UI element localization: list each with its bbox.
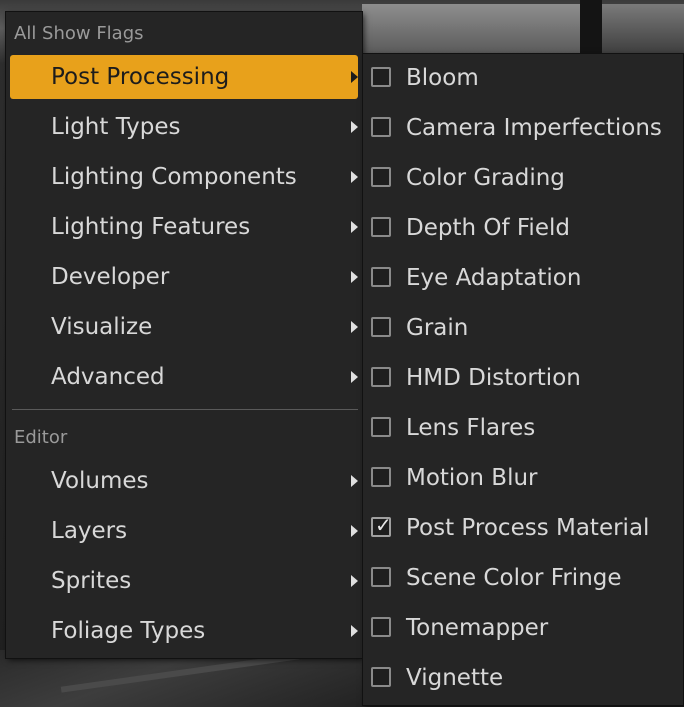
checkbox-label: Grain: [406, 315, 469, 341]
menu-item-volumes[interactable]: Volumes: [10, 459, 358, 503]
checkbox-item-tonemapper[interactable]: Tonemapper: [363, 606, 683, 650]
menu-item-label: Lighting Components: [51, 164, 297, 190]
menu-item-label: Layers: [51, 518, 128, 544]
checkbox-label: Bloom: [406, 65, 479, 91]
submenu-arrow-icon: [351, 371, 358, 383]
submenu-arrow-icon: [351, 71, 358, 83]
checkbox-icon[interactable]: [371, 417, 391, 437]
checkbox-label: Color Grading: [406, 165, 565, 191]
checkbox-icon[interactable]: [371, 317, 391, 337]
checkbox-icon[interactable]: ✓: [371, 513, 392, 537]
checkbox-icon[interactable]: [371, 267, 391, 287]
menu-item-light-types[interactable]: Light Types: [10, 105, 358, 149]
submenu-arrow-icon: [351, 525, 358, 537]
menu-item-lighting-features[interactable]: Lighting Features: [10, 205, 358, 249]
submenu-arrow-icon: [351, 271, 358, 283]
checkbox-icon[interactable]: [371, 67, 391, 87]
menu-item-foliage-types[interactable]: Foliage Types: [10, 609, 358, 653]
menu-item-label: Developer: [51, 264, 170, 290]
submenu-arrow-icon: [351, 321, 358, 333]
menu-item-label: Foliage Types: [51, 618, 206, 644]
show-flags-menu: All Show Flags Post Processing Light Typ…: [6, 12, 362, 658]
checkbox-label: HMD Distortion: [406, 365, 581, 391]
checkbox-item-lens-flares[interactable]: Lens Flares: [363, 406, 683, 450]
checkbox-item-scene-color-fringe[interactable]: Scene Color Fringe: [363, 556, 683, 600]
checkbox-label: Post Process Material: [406, 515, 650, 541]
checkbox-item-hmd-distortion[interactable]: HMD Distortion: [363, 356, 683, 400]
viewport-scene-object: [580, 0, 602, 56]
checkbox-label: Camera Imperfections: [406, 115, 662, 141]
submenu-arrow-icon: [351, 221, 358, 233]
menu-item-advanced[interactable]: Advanced: [10, 355, 358, 399]
checkbox-label: Eye Adaptation: [406, 265, 582, 291]
checkbox-item-camera-imperfections[interactable]: Camera Imperfections: [363, 106, 683, 150]
checkbox-item-color-grading[interactable]: Color Grading: [363, 156, 683, 200]
checkbox-label: Vignette: [406, 665, 504, 691]
checkbox-item-grain[interactable]: Grain: [363, 306, 683, 350]
checkbox-label: Lens Flares: [406, 415, 536, 441]
checkbox-item-eye-adaptation[interactable]: Eye Adaptation: [363, 256, 683, 300]
checkbox-icon[interactable]: [371, 467, 391, 487]
menu-item-label: Volumes: [51, 468, 149, 494]
menu-item-lighting-components[interactable]: Lighting Components: [10, 155, 358, 199]
menu-item-post-processing[interactable]: Post Processing: [10, 55, 358, 99]
checkbox-icon[interactable]: [371, 167, 391, 187]
checkbox-icon[interactable]: [371, 667, 391, 687]
menu-item-label: Light Types: [51, 114, 181, 140]
checkbox-icon[interactable]: [371, 617, 391, 637]
menu-item-developer[interactable]: Developer: [10, 255, 358, 299]
menu-item-label: Lighting Features: [51, 214, 251, 240]
checkbox-label: Tonemapper: [406, 615, 549, 641]
checkbox-item-depth-of-field[interactable]: Depth Of Field: [363, 206, 683, 250]
section-header-all-show-flags: All Show Flags: [14, 23, 144, 44]
menu-separator: [12, 409, 358, 410]
viewport-scene-object: [602, 4, 684, 54]
checkbox-item-motion-blur[interactable]: Motion Blur: [363, 456, 683, 500]
checkbox-label: Motion Blur: [406, 465, 538, 491]
submenu-arrow-icon: [351, 121, 358, 133]
checkbox-icon[interactable]: [371, 117, 391, 137]
checkbox-label: Scene Color Fringe: [406, 565, 622, 591]
submenu-arrow-icon: [351, 475, 358, 487]
menu-item-sprites[interactable]: Sprites: [10, 559, 358, 603]
post-processing-submenu: Bloom Camera Imperfections Color Grading…: [363, 54, 683, 705]
checkbox-item-post-process-material[interactable]: ✓ Post Process Material: [363, 506, 683, 550]
menu-item-visualize[interactable]: Visualize: [10, 305, 358, 349]
submenu-arrow-icon: [351, 171, 358, 183]
submenu-arrow-icon: [351, 625, 358, 637]
checkbox-icon[interactable]: [371, 217, 391, 237]
checkbox-icon[interactable]: [371, 367, 391, 387]
menu-item-label: Post Processing: [51, 64, 230, 90]
menu-item-label: Visualize: [51, 314, 153, 340]
menu-item-label: Sprites: [51, 568, 132, 594]
viewport-scene-object: [362, 4, 580, 54]
checkbox-item-bloom[interactable]: Bloom: [363, 56, 683, 100]
checkbox-label: Depth Of Field: [406, 215, 570, 241]
submenu-arrow-icon: [351, 575, 358, 587]
checkbox-icon[interactable]: [371, 567, 391, 587]
checkmark-icon: ✓: [375, 513, 392, 537]
section-header-editor: Editor: [14, 427, 68, 448]
menu-item-layers[interactable]: Layers: [10, 509, 358, 553]
viewport-scene-floor: [0, 650, 370, 707]
checkbox-item-vignette[interactable]: Vignette: [363, 656, 683, 700]
menu-item-label: Advanced: [51, 364, 165, 390]
